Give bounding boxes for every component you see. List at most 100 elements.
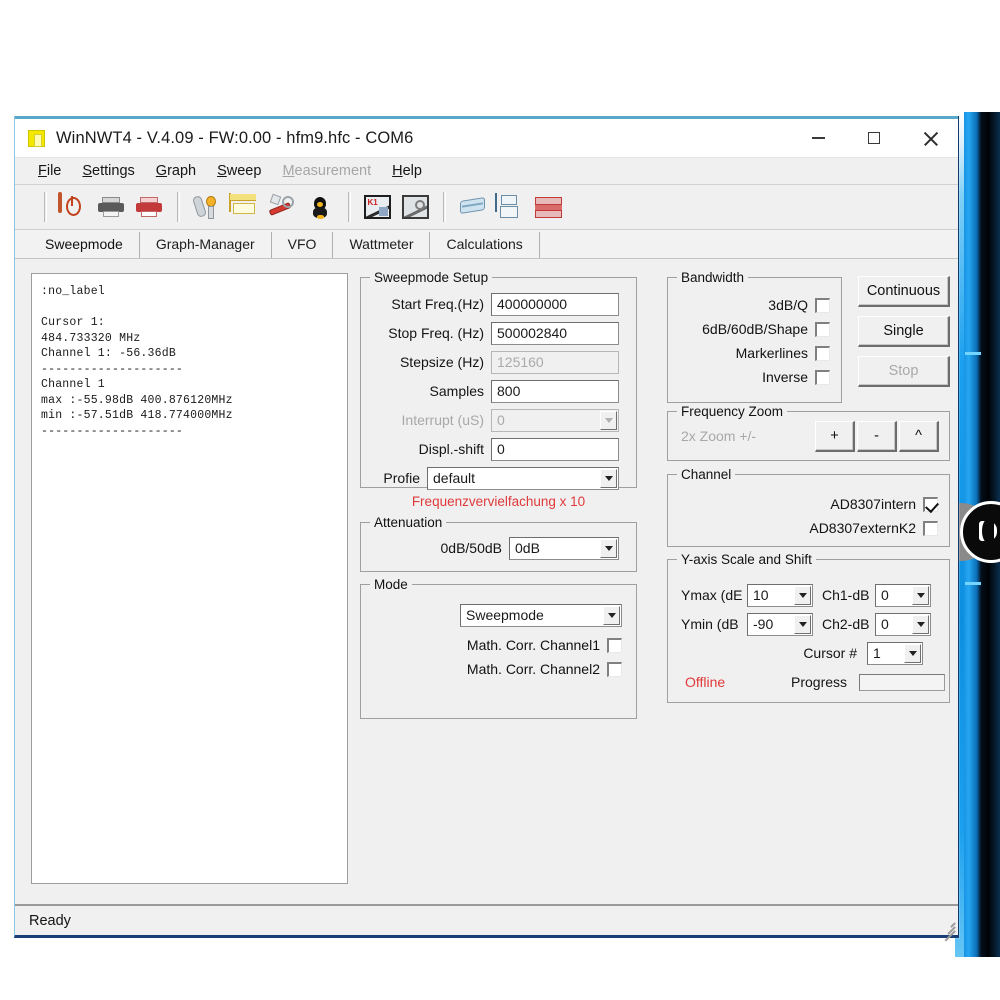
bandwidth-inverse-row[interactable]: Inverse	[668, 365, 841, 389]
menu-label: weep	[227, 163, 262, 179]
math-corr-channel2-label: Math. Corr. Channel2	[467, 661, 607, 677]
mode-legend: Mode	[370, 577, 412, 592]
close-icon	[923, 131, 938, 146]
measurement-log-panel[interactable]: :no_label Cursor 1: 484.733320 MHz Chann…	[31, 273, 348, 884]
toolbar-graph-k1-button[interactable]: K1	[359, 190, 395, 224]
toolbar-settings-button[interactable]	[188, 190, 224, 224]
displ-shift-input[interactable]: 0	[491, 438, 619, 461]
resize-grip[interactable]	[939, 917, 955, 933]
menu-label: easurement	[295, 163, 372, 179]
ch2-db-value: 0	[881, 616, 889, 632]
bandwidth-markerlines-checkbox[interactable]	[815, 346, 830, 361]
toolbar-tools-button[interactable]	[264, 190, 300, 224]
menu-item-graph[interactable]: Graph	[146, 161, 207, 181]
client-area: :no_label Cursor 1: 484.733320 MHz Chann…	[15, 259, 958, 912]
menu-item-help[interactable]: Help	[382, 161, 433, 181]
toolbar-separator	[345, 192, 354, 222]
profile-label: Profie	[361, 470, 427, 486]
math-corr-channel1-checkbox[interactable]	[607, 638, 622, 653]
bandwidth-markerlines-row[interactable]: Markerlines	[668, 341, 841, 365]
profile-value: default	[433, 470, 475, 486]
toolbar-linux-button[interactable]	[302, 190, 338, 224]
toolbar-power-button[interactable]	[55, 190, 91, 224]
close-button[interactable]	[902, 119, 958, 157]
ymin-select[interactable]: -90	[747, 613, 813, 636]
settings-wrench-icon	[193, 195, 219, 220]
menu-mnemonic: M	[282, 163, 294, 179]
tab-wattmeter[interactable]: Wattmeter	[333, 232, 430, 258]
tab-sweepmode[interactable]: Sweepmode	[29, 232, 140, 258]
toolbar-close-button[interactable]	[530, 190, 566, 224]
graph-k2-icon	[402, 195, 429, 219]
folder-icon	[229, 194, 259, 221]
ch1-db-select[interactable]: 0	[875, 584, 931, 607]
channel-ad8307externk2-row[interactable]: AD8307externK2	[668, 516, 949, 540]
status-bar: Ready	[15, 904, 958, 935]
start-freq-input[interactable]: 400000000	[491, 293, 619, 316]
bandwidth-3db-q-checkbox[interactable]	[815, 298, 830, 313]
toolbar-graph-k2-button[interactable]	[397, 190, 433, 224]
toolbar-print-red-button[interactable]	[131, 190, 167, 224]
attenuation-value: 0dB	[515, 540, 540, 556]
frequency-zoom-legend: Frequency Zoom	[677, 404, 787, 419]
stop-freq-input[interactable]: 500002840	[491, 322, 619, 345]
zoom-up-button[interactable]: ^	[899, 421, 939, 452]
bandwidth-3db-q-row[interactable]: 3dB/Q	[668, 293, 841, 317]
bandwidth-inverse-checkbox[interactable]	[815, 370, 830, 385]
toolbar-save-button[interactable]	[492, 190, 528, 224]
print-red-icon	[136, 197, 162, 217]
save-icon	[495, 194, 525, 221]
channel-ad8307intern-row[interactable]: AD8307intern	[668, 492, 949, 516]
zoom-out-button[interactable]: -	[857, 421, 897, 452]
continuous-button[interactable]: Continuous	[858, 276, 950, 307]
cursor-number-select[interactable]: 1	[867, 642, 923, 665]
chevron-down-icon	[794, 586, 811, 605]
stepsize-label: Stepsize (Hz)	[361, 354, 491, 370]
menu-item-sweep[interactable]: Sweep	[207, 161, 272, 181]
toolbar-separator	[174, 192, 183, 222]
mode-select[interactable]: Sweepmode	[460, 604, 622, 627]
math-corr-channel2-row[interactable]: Math. Corr. Channel2	[361, 657, 636, 681]
wallpaper-tick	[965, 352, 981, 355]
toolbar-scroll-button[interactable]	[454, 190, 490, 224]
stop-freq-label: Stop Freq. (Hz)	[361, 325, 491, 341]
profile-select[interactable]: default	[427, 467, 619, 490]
math-corr-channel1-row[interactable]: Math. Corr. Channel1	[361, 633, 636, 657]
title-bar: WinNWT4 - V.4.09 - FW:0.00 - hfm9.hfc - …	[15, 119, 958, 158]
channel-ad8307intern-checkbox[interactable]	[923, 497, 938, 512]
tab-graph-manager[interactable]: Graph-Manager	[140, 232, 272, 258]
attenuation-select[interactable]: 0dB	[509, 537, 619, 560]
ymax-select[interactable]: 10	[747, 584, 813, 607]
math-corr-channel2-checkbox[interactable]	[607, 662, 622, 677]
channel-ad8307externk2-checkbox[interactable]	[923, 521, 938, 536]
menu-item-file[interactable]: File	[28, 161, 72, 181]
displ-shift-label: Displ.-shift	[361, 441, 491, 457]
single-button[interactable]: Single	[858, 316, 950, 347]
chevron-down-icon	[794, 615, 811, 634]
minimize-button[interactable]	[790, 119, 846, 157]
window-title: WinNWT4 - V.4.09 - FW:0.00 - hfm9.hfc - …	[56, 129, 790, 148]
chevron-down-icon	[600, 539, 617, 558]
toolbar-separator	[41, 192, 50, 222]
toolbar-folder-button[interactable]	[226, 190, 262, 224]
scroll-icon	[459, 196, 486, 218]
mode-group: Mode Sweepmode Math. Corr. Channel1 Math…	[360, 584, 637, 719]
stepsize-input: 125160	[491, 351, 619, 374]
maximize-button[interactable]	[846, 119, 902, 157]
tab-vfo[interactable]: VFO	[272, 232, 334, 258]
zoom-in-button[interactable]: +	[815, 421, 855, 452]
menu-item-settings[interactable]: Settings	[72, 161, 145, 181]
samples-input[interactable]: 800	[491, 380, 619, 403]
menu-bar: File Settings Graph Sweep Measurement He…	[15, 158, 958, 185]
toolbar-separator	[440, 192, 449, 222]
menu-mnemonic: S	[82, 163, 92, 179]
attenuation-label: 0dB/50dB	[361, 540, 509, 556]
bandwidth-6db-shape-row[interactable]: 6dB/60dB/Shape	[668, 317, 841, 341]
ch2-db-select[interactable]: 0	[875, 613, 931, 636]
toolbar-print-button[interactable]	[93, 190, 129, 224]
ymax-label: Ymax (dE	[681, 587, 747, 603]
ymax-value: 10	[753, 587, 769, 603]
progress-label: Progress	[791, 674, 859, 690]
tab-calculations[interactable]: Calculations	[430, 232, 539, 258]
bandwidth-6db-shape-checkbox[interactable]	[815, 322, 830, 337]
